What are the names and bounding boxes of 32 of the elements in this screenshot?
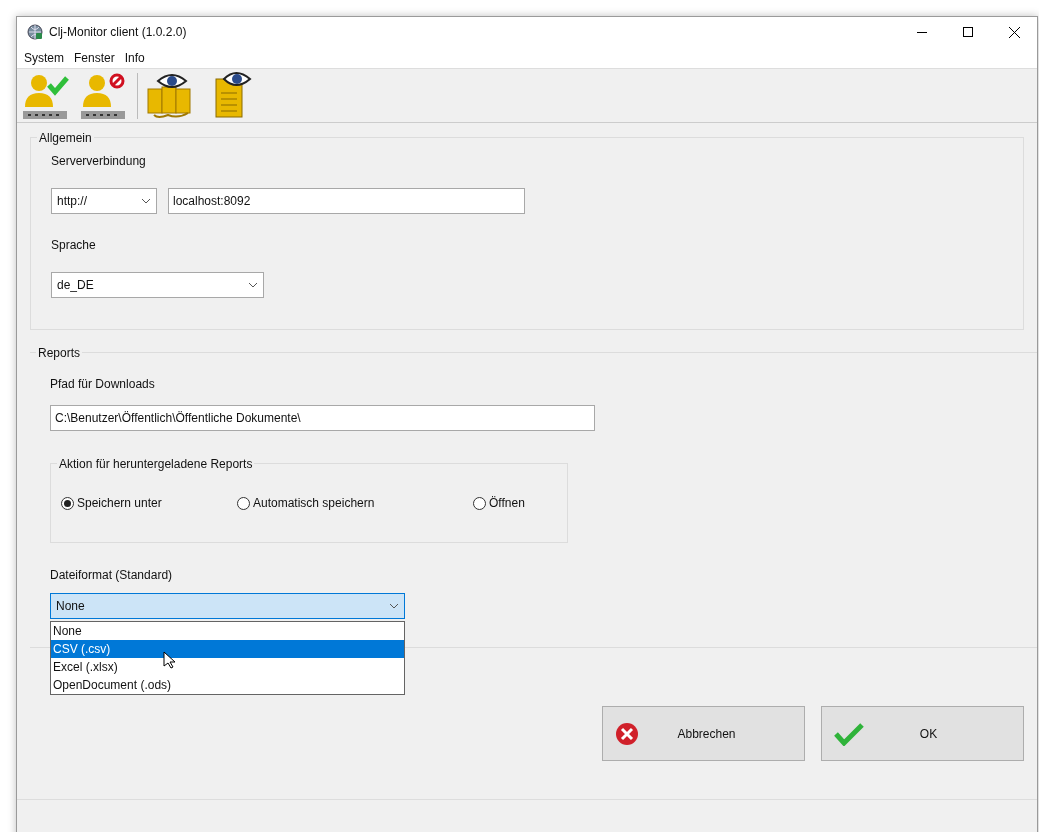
menu-item[interactable]: System: [19, 46, 69, 69]
ok-button[interactable]: OK: [821, 706, 1024, 761]
chevron-down-icon: [248, 282, 258, 288]
chevron-down-icon: [141, 198, 151, 204]
dropdown-option[interactable]: OpenDocument (.ods): [51, 676, 404, 694]
radio-button[interactable]: [237, 496, 250, 510]
chevron-down-icon: [389, 603, 399, 609]
field-label: Sprache: [51, 237, 96, 254]
cancel-button[interactable]: Abbrechen: [602, 706, 805, 761]
path-field[interactable]: C:\Benutzer\Öffentlich\Öffentliche Dokumente\: [50, 405, 595, 431]
globe-icon: [27, 24, 43, 40]
menu-item[interactable]: Info: [119, 46, 150, 69]
dropdown-option[interactable]: Excel (.xlsx): [51, 658, 404, 676]
cancel-icon: [615, 721, 639, 746]
cursor-icon: [163, 651, 175, 669]
field-label: Dateiformat (Standard): [50, 567, 173, 584]
radio-label: Automatisch speichern: [253, 495, 375, 512]
radio-label: Speichern unter: [77, 495, 162, 512]
radio-label: Öffnen: [489, 495, 525, 512]
field-label: Serververbindung: [51, 153, 146, 170]
radio-button[interactable]: [473, 496, 486, 510]
protocol-dropdown[interactable]: http://: [51, 188, 157, 214]
radio-button[interactable]: [61, 496, 74, 510]
checkmark-icon: [834, 721, 864, 746]
format-dropdown[interactable]: None: [50, 593, 405, 619]
dropdown-option[interactable]: CSV (.csv): [51, 640, 404, 658]
host-field[interactable]: localhost:8092: [168, 188, 525, 214]
menu-item[interactable]: Fenster: [69, 46, 120, 69]
dropdown-option[interactable]: None: [51, 622, 404, 640]
language-dropdown[interactable]: de_DE: [51, 272, 264, 298]
field-label: Pfad für Downloads: [50, 376, 155, 393]
window-title: Clj-Monitor client (1.0.2.0): [49, 24, 187, 41]
